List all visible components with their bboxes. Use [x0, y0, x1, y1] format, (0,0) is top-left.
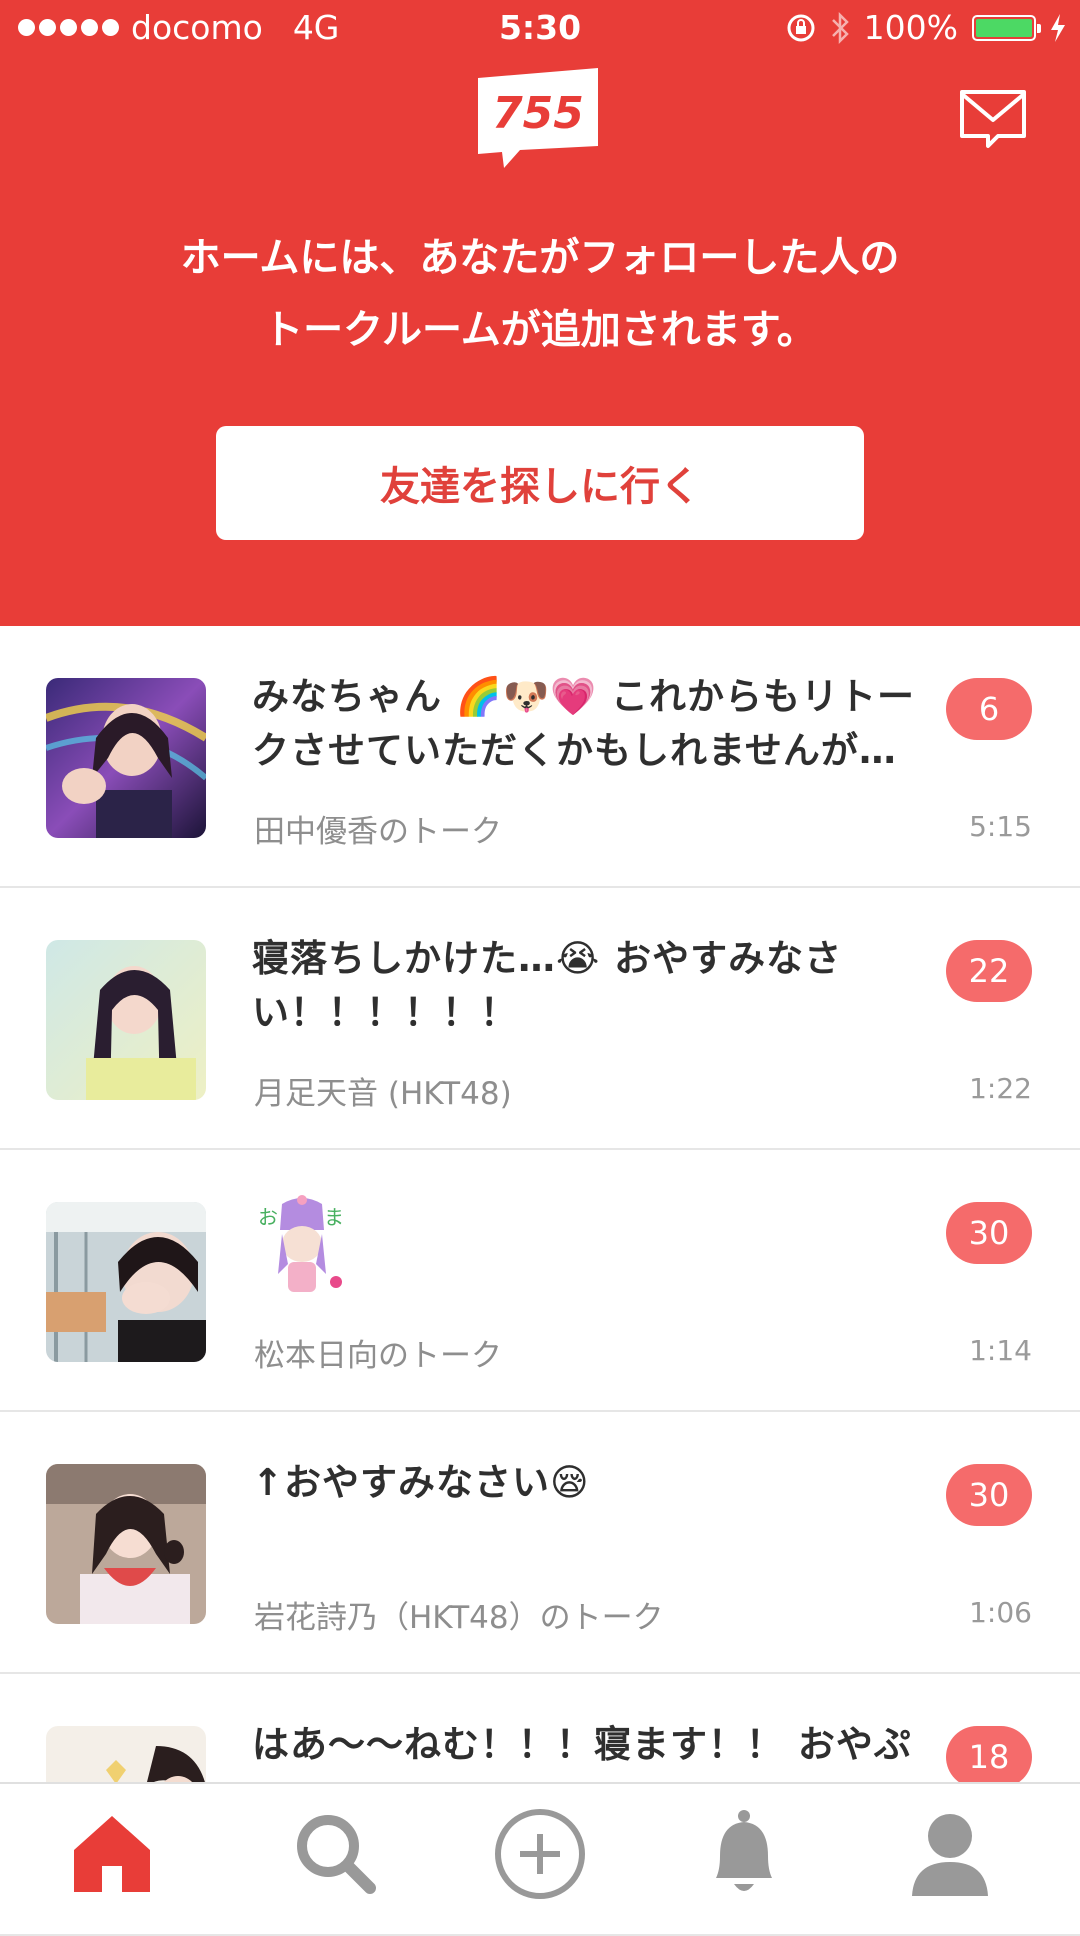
talk-room-name: 月足天音 (HKT48): [254, 1076, 512, 1112]
sticker-icon: お ま: [258, 1195, 344, 1292]
intro-line-2: トークルームが追加されます。: [263, 307, 817, 353]
bell-icon[interactable]: [694, 1804, 794, 1904]
unread-badge: 30: [946, 1464, 1032, 1526]
avatar: [46, 1464, 206, 1624]
talk-message: はあ〜〜ねむ！！！寝ます！！ おやぷ: [252, 1723, 912, 1766]
unread-badge: 6: [946, 678, 1032, 740]
talk-row[interactable]: 寝落ちしかけた…😭 おやすみなさい！！！！！！ 月足天音 (HKT48) 1:2…: [0, 888, 1080, 1150]
header: docomo 4G 5:30 100% 755 ホームには、あなたがフォローした…: [0, 0, 1080, 626]
talk-list: みなちゃん 🌈🐶💗 これからもリトークさせていただくかもしれませんが… 田中優香…: [0, 626, 1080, 1936]
talk-time: 1:14: [969, 1334, 1032, 1367]
rotation-lock-icon: [787, 14, 815, 41]
unread-badge: 22: [946, 940, 1032, 1002]
svg-text:ま: ま: [324, 1205, 344, 1229]
talk-room-name: 松本日向のトーク: [254, 1338, 502, 1374]
svg-text:お: お: [258, 1205, 278, 1229]
talk-message: 寝落ちしかけた…😭 おやすみなさい！！！！！！: [252, 937, 843, 1034]
add-icon[interactable]: [490, 1804, 590, 1904]
unread-badge: 30: [946, 1202, 1032, 1264]
talk-row[interactable]: お ま 松本日向のトーク 1:14 30: [0, 1150, 1080, 1412]
tab-bar: [0, 1782, 1080, 1920]
talk-time: 5:15: [969, 810, 1032, 843]
talk-time: 1:06: [969, 1596, 1032, 1629]
unread-badge: 18: [946, 1726, 1032, 1788]
talk-time: 1:22: [969, 1072, 1032, 1105]
talk-message: みなちゃん 🌈🐶💗 これからもリトークさせていただくかもしれませんが…: [252, 675, 915, 772]
mail-icon[interactable]: [958, 88, 1028, 150]
talk-room-name: 田中優香のトーク: [254, 814, 502, 850]
find-friends-button[interactable]: 友達を探しに行く: [216, 426, 864, 540]
avatar: [46, 1202, 206, 1362]
search-icon[interactable]: [286, 1804, 386, 1904]
intro-line-1: ホームには、あなたがフォローした人の: [180, 235, 900, 281]
battery-percent: 100%: [863, 8, 958, 47]
profile-icon[interactable]: [900, 1804, 1000, 1904]
app-logo: 755: [476, 68, 602, 168]
avatar: [46, 678, 206, 838]
talk-room-name: 岩花詩乃（HKT48）のトーク: [254, 1600, 664, 1636]
logo-text: 755: [492, 88, 584, 139]
home-icon[interactable]: [62, 1804, 162, 1904]
avatar: [46, 940, 206, 1100]
charging-icon: [1051, 13, 1065, 42]
talk-row[interactable]: ↑おやすみなさい😪 岩花詩乃（HKT48）のトーク 1:06 30: [0, 1412, 1080, 1674]
talk-row[interactable]: みなちゃん 🌈🐶💗 これからもリトークさせていただくかもしれませんが… 田中優香…: [0, 626, 1080, 888]
bluetooth-icon: [831, 11, 849, 44]
intro-message: ホームには、あなたがフォローした人の トークルームが追加されます。: [0, 222, 1080, 366]
talk-message: ↑おやすみなさい😪: [252, 1461, 590, 1504]
battery-icon: [972, 14, 1041, 41]
status-bar: docomo 4G 5:30 100%: [0, 0, 1080, 58]
